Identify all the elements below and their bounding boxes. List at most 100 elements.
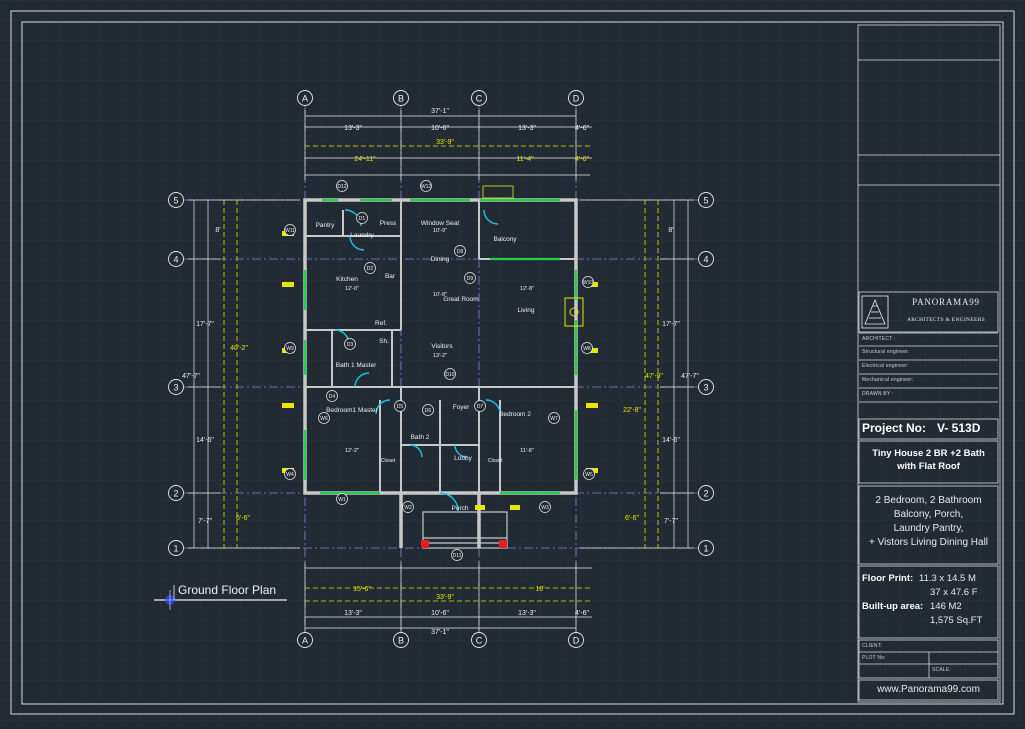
dim-left-part: 7'-7"	[198, 518, 212, 525]
door-tag: D5	[397, 404, 404, 410]
room-label: Closet	[488, 458, 503, 464]
dim-right-part: 17'-7"	[662, 321, 680, 328]
dim-overall-bottom: 37'-1"	[431, 629, 449, 636]
room-label: Kitchen	[336, 276, 358, 283]
grid-label-col: C	[476, 94, 483, 104]
grid-label-row: 1	[703, 544, 708, 554]
grid-label-row: 5	[173, 196, 178, 206]
dim-bottom-second: 33'-9"	[436, 594, 454, 601]
dim-top-third: 24'-11"	[354, 156, 376, 163]
description-line1: 2 Bedroom, 2 Bathroom	[875, 495, 982, 506]
room-label: Visitors	[431, 343, 453, 350]
grid-label-col: C	[476, 636, 483, 646]
door-tag: D11	[453, 553, 462, 559]
room-label: Bedroom1 Master	[326, 407, 378, 414]
drawn-by-label: DRAWN BY :	[862, 391, 894, 397]
website-link[interactable]: www.Panorama99.com	[859, 684, 998, 695]
structural-label: Structural engineer:	[862, 349, 910, 355]
description-line2: Balcony, Porch,	[893, 509, 964, 520]
builtup-label: Built-up area:	[862, 601, 924, 612]
door-tag: D7	[477, 404, 484, 410]
house-title-line2: with Flat Roof	[897, 461, 960, 472]
client-label: CLIENT:	[862, 643, 883, 649]
room-dim: 12'-8"	[520, 286, 534, 292]
builtup-feet: 1,575 Sq.FT	[930, 615, 983, 626]
dim-left-overall: 47'-7"	[182, 373, 200, 380]
architect-label: ARCHITECT :	[862, 336, 896, 342]
description-line4: + Vistors Living Dining Hall	[868, 537, 989, 548]
window-tag: W2	[404, 505, 412, 511]
grid-label-col: B	[398, 636, 404, 646]
window-tag: W3	[541, 505, 549, 511]
dim-right-inner: 6'-6"	[625, 515, 639, 522]
project-label: Project No:	[862, 421, 927, 435]
room-label: Living	[518, 307, 535, 314]
room-label: Sh.	[379, 338, 389, 345]
dim-top-part: 10'-6"	[431, 125, 449, 132]
grid-label-col: A	[302, 636, 308, 646]
door-tag: D10	[445, 372, 454, 378]
room-dim: 13'-2"	[433, 353, 447, 359]
dim-left-inner: 40'-2"	[230, 345, 248, 352]
room-label: Ref.	[375, 320, 387, 327]
room-dim: 11'-8"	[520, 448, 534, 454]
room-label: Foyer	[453, 404, 470, 411]
window-tag: W7	[550, 416, 558, 422]
window-tag: W1	[338, 497, 346, 503]
dim-overall-top: 37'-1"	[431, 108, 449, 115]
door-tag: D4	[329, 394, 336, 400]
room-label: Window Seat	[421, 220, 459, 227]
mechanical-label: Mechanical engineer:	[862, 377, 914, 383]
floor-print-label: Floor Print:	[862, 573, 914, 584]
floor-print-feet: 37 x 47.6 F	[930, 587, 978, 598]
electrical-label: Electrical engineer:	[862, 363, 909, 369]
dim-bottom-part: 13'-3"	[518, 610, 536, 617]
room-label: Bath 2	[411, 434, 430, 441]
dim-left-part: 17'-7"	[196, 321, 214, 328]
door-tag: D1	[359, 216, 366, 222]
room-label: Laundry	[350, 232, 374, 239]
room-label: Great Room	[443, 296, 478, 303]
window-tag: W4	[286, 472, 294, 478]
grid-label-col: D	[573, 636, 580, 646]
door-tag: D2	[367, 266, 374, 272]
room-dim: 12'-8"	[345, 286, 359, 292]
dim-bottom-third: 10'	[535, 586, 544, 593]
dim-top-part: 13'-3"	[344, 125, 362, 132]
dim-bottom-part: 13'-3"	[344, 610, 362, 617]
door-tag: D8	[457, 249, 464, 255]
company-name: PANORAMA99	[912, 297, 980, 307]
grid-label-row: 4	[173, 255, 178, 265]
room-label: Bath 1 Master	[336, 362, 377, 369]
window-tag: W6	[320, 416, 328, 422]
room-label: Press	[380, 220, 397, 227]
company-subtitle: ARCHITECTS & ENGINEERS	[906, 317, 986, 323]
dim-right-overall: 47'-7"	[681, 373, 699, 380]
window-tag: W10	[583, 280, 594, 286]
plot-label: PLOT No:	[862, 655, 886, 661]
room-dim: 10'-8"	[433, 292, 447, 298]
room-dim: 10'-9"	[433, 228, 447, 234]
dim-top-third: 11'-4"	[516, 156, 534, 163]
room-label: Dining	[431, 256, 450, 263]
room-label: Bar	[385, 273, 396, 280]
grid-label-col: A	[302, 94, 308, 104]
dim-top-part: 4'-6"	[575, 125, 589, 132]
floor-print-metric: 11.3 x 14.5 M	[919, 573, 976, 584]
dim-bottom-part: 10'-6"	[431, 610, 449, 617]
grid-label-row: 5	[703, 196, 708, 206]
house-title-line1: Tiny House 2 BR +2 Bath	[872, 448, 985, 459]
door-tag: D12	[337, 184, 346, 190]
grid-label-col: D	[573, 94, 580, 104]
door-tag: D9	[467, 276, 474, 282]
project-number: V- 513D	[937, 421, 981, 435]
dim-right-inner: 8'	[668, 227, 673, 234]
window-tag: W5	[585, 472, 593, 478]
room-label: Porch	[452, 505, 469, 512]
grid-label-row: 2	[703, 489, 708, 499]
cad-drawing-sheet: A B C D A B C D 5 4 3 2 1 5 4 3 2 1 37'-…	[0, 0, 1025, 725]
dim-right-inner: 47'-9"	[645, 373, 663, 380]
window-tag: W12	[421, 184, 432, 190]
builtup-metric: 146 M2	[930, 601, 962, 612]
plan-title: Ground Floor Plan	[178, 583, 276, 597]
